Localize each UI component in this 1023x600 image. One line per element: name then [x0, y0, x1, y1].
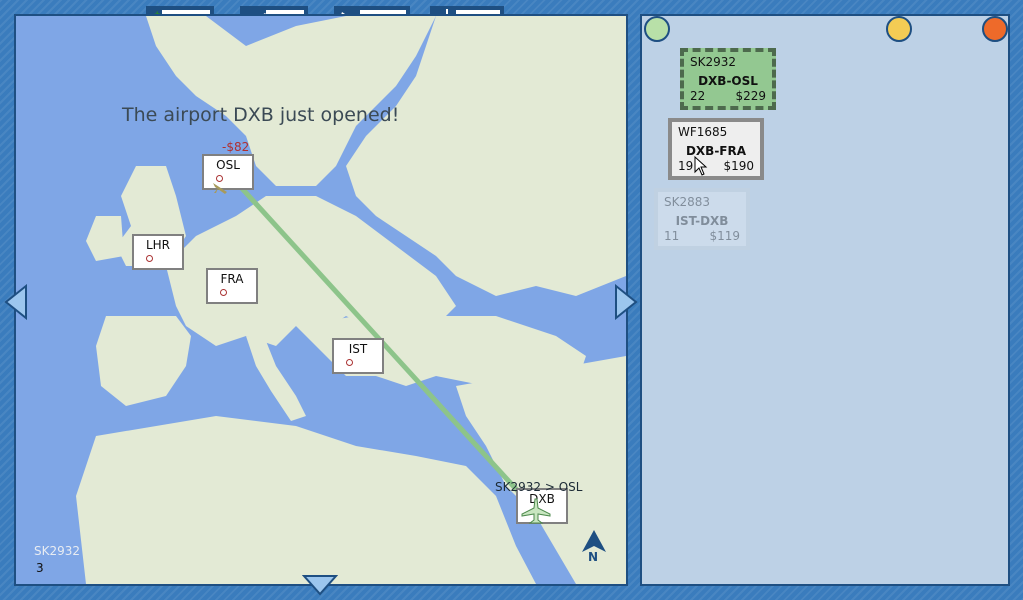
plane-sprite-icon[interactable]	[519, 498, 551, 524]
airport-marker-icon	[346, 359, 353, 366]
speed-medium-icon[interactable]	[886, 16, 912, 42]
selected-flight-label: SK2932	[34, 544, 81, 558]
map-view[interactable]: OSL LHR FRA IST DXB The airport DXB just…	[16, 16, 626, 584]
mouse-cursor-icon	[694, 156, 708, 176]
airport-lhr[interactable]: LHR	[132, 234, 184, 270]
flight-panel: SK2932 DXB-OSL 22 $229 WF1685 DXB-FRA 19…	[640, 14, 1010, 586]
map-panel: OSL LHR FRA IST DXB The airport DXB just…	[14, 14, 628, 586]
airport-ist[interactable]: IST	[332, 338, 384, 374]
selected-flight-count: 3	[36, 561, 44, 575]
flight-card-wf1685[interactable]: WF1685 DXB-FRA 19 $190	[668, 118, 764, 180]
speed-fast-icon[interactable]	[982, 16, 1008, 42]
scroll-down-arrow-icon[interactable]	[302, 574, 338, 596]
airport-marker-icon	[146, 255, 153, 262]
flight-card-sk2932[interactable]: SK2932 DXB-OSL 22 $229	[680, 48, 776, 110]
scroll-left-arrow-icon[interactable]	[4, 284, 28, 320]
flight-list: SK2932 DXB-OSL 22 $229 WF1685 DXB-FRA 19…	[642, 16, 1008, 584]
airport-fra[interactable]: FRA	[206, 268, 258, 304]
flight-path-label: SK2932 > OSL	[495, 480, 583, 494]
airport-osl[interactable]: OSL	[202, 154, 254, 190]
cost-popup: -$82	[222, 140, 250, 154]
scroll-right-arrow-icon[interactable]	[614, 284, 638, 320]
speed-slow-icon[interactable]	[644, 16, 670, 42]
compass-label: N	[588, 550, 599, 564]
notification-text: The airport DXB just opened!	[122, 104, 400, 126]
small-plane-icon[interactable]	[212, 181, 228, 195]
airport-marker-icon	[220, 289, 227, 296]
flight-card-sk2883[interactable]: SK2883 IST-DXB 11 $119	[654, 188, 750, 250]
